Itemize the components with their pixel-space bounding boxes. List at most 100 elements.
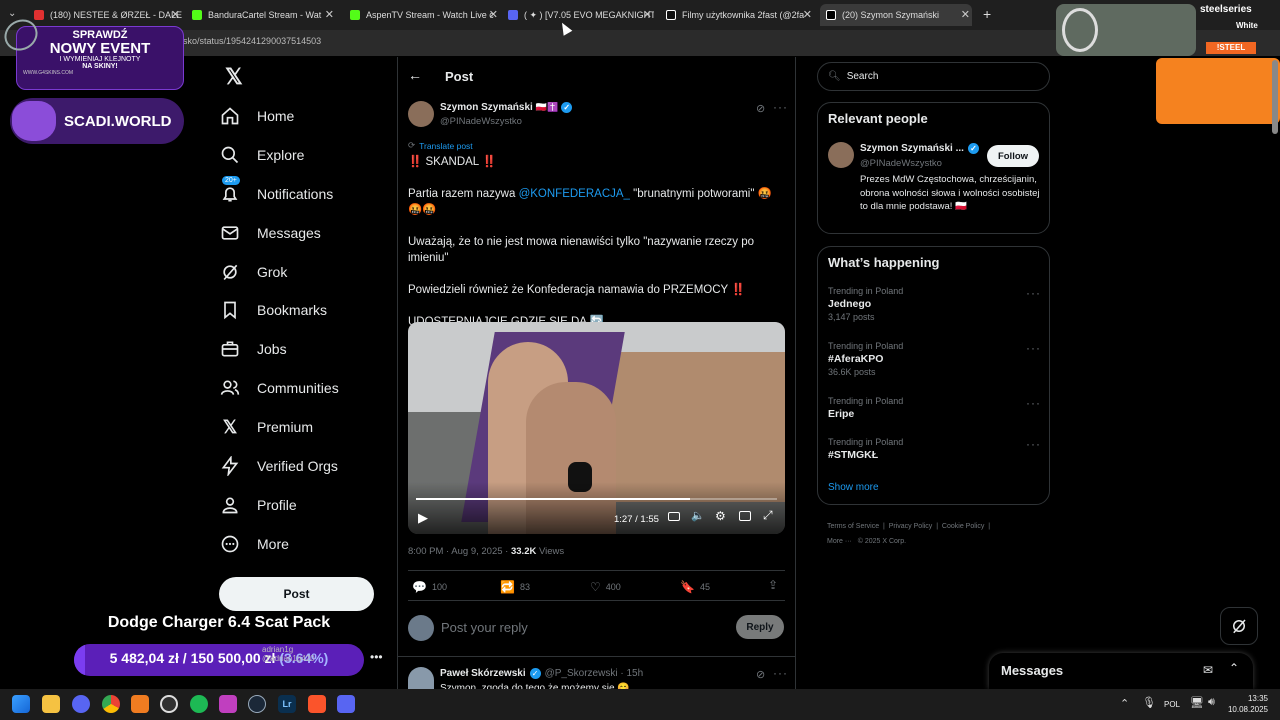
play-icon[interactable]: ▶ <box>418 510 428 526</box>
follow-button[interactable]: Follow <box>987 145 1039 167</box>
steel-badge: !STEEL <box>1206 42 1256 54</box>
nav-premium[interactable]: 𝕏 Premium <box>218 410 313 444</box>
lightroom-icon[interactable]: Lr <box>278 695 296 713</box>
tray-chevron-icon[interactable]: ⌃ <box>1120 697 1129 710</box>
nav-messages[interactable]: Messages <box>218 216 321 250</box>
trend-more-icon[interactable]: ··· <box>1026 341 1041 355</box>
messages-drawer[interactable]: Messages ✉ ⌃ <box>989 653 1253 689</box>
nav-more[interactable]: More <box>218 527 289 561</box>
video-player[interactable]: ▶ 1:27 / 1:55 🔈 ⚙ ⤢ <box>408 322 785 534</box>
post-more-icon[interactable]: ··· <box>773 100 788 114</box>
browser-tab[interactable]: AspenTV Stream - Watch Live c ✕ <box>350 4 500 26</box>
trend-more-icon[interactable]: ··· <box>1026 396 1041 410</box>
settings-gear-icon[interactable]: ⚙ <box>715 509 726 523</box>
post-timestamp[interactable]: 8:00 PM · Aug 9, 2025 · <box>408 546 511 557</box>
language-indicator[interactable]: POL <box>1164 700 1180 709</box>
account-more-icon[interactable]: ••• <box>370 650 383 664</box>
spotify-icon[interactable] <box>190 695 208 713</box>
fullscreen-icon[interactable]: ⤢ <box>763 508 773 523</box>
app-icon[interactable] <box>131 695 149 713</box>
url-text[interactable]: stsko/status/1954241290037514503 <box>176 36 321 46</box>
repost-action[interactable]: 🔁 83 <box>500 580 530 594</box>
browser-tab[interactable]: (180) NESTEE & ØRZEŁ - DALEK ✕ <box>34 4 182 26</box>
reply-action[interactable]: 💬 100 <box>412 580 447 594</box>
footer-link[interactable]: Privacy Policy <box>889 523 933 530</box>
nav-notifications[interactable]: 20+ Notifications <box>218 176 333 211</box>
back-arrow-icon[interactable]: ← <box>408 67 422 83</box>
new-message-icon[interactable]: ✉ <box>1203 663 1213 677</box>
file-explorer-icon[interactable] <box>42 695 60 713</box>
nav-profile[interactable]: Profile <box>218 488 297 522</box>
nav-communities[interactable]: Communities <box>218 371 339 405</box>
pip-icon[interactable] <box>739 511 751 521</box>
author-handle[interactable]: @PINadeWszystko <box>440 116 522 127</box>
grok-icon[interactable]: ⊘ <box>756 668 765 681</box>
nav-verified-orgs[interactable]: Verified Orgs <box>218 449 338 483</box>
translate-link[interactable]: ⟳ Translate post <box>408 140 473 151</box>
trend-item[interactable]: Trending in Poland #STMGKŁ <box>828 437 1040 461</box>
discord-icon[interactable] <box>72 695 90 713</box>
nav-home[interactable]: Home <box>218 99 294 133</box>
close-tab-icon[interactable]: ✕ <box>803 8 812 21</box>
steam-icon[interactable] <box>248 695 266 713</box>
x-logo-icon[interactable]: 𝕏 <box>225 64 243 90</box>
avatar[interactable] <box>408 101 434 127</box>
video-progress-track[interactable] <box>416 498 777 500</box>
browser-tab-active[interactable]: (20) Szymon Szymański ✕ <box>820 4 972 26</box>
microphone-icon[interactable]: 🎙︎ <box>1142 696 1156 709</box>
nav-jobs[interactable]: Jobs <box>218 332 287 366</box>
chrome-icon[interactable] <box>102 695 120 713</box>
footer-link[interactable]: More ··· <box>827 538 852 545</box>
browser-tab[interactable]: ( ✦ ) [V7.05 EVO MEGAKNIGHT ✕ <box>508 4 654 26</box>
nav-label: Bookmarks <box>257 302 328 318</box>
close-tab-icon[interactable]: ✕ <box>643 8 652 21</box>
nav-grok[interactable]: Grok <box>218 255 287 289</box>
close-tab-icon[interactable]: ✕ <box>961 8 970 21</box>
grok-icon[interactable]: ⊘ <box>756 102 765 115</box>
close-tab-icon[interactable]: ✕ <box>325 8 334 21</box>
reply-more-icon[interactable]: ··· <box>773 666 788 680</box>
captions-icon[interactable] <box>668 512 680 521</box>
nav-explore[interactable]: Explore <box>218 138 304 172</box>
obs-icon[interactable] <box>160 695 178 713</box>
trend-item[interactable]: Trending in Poland Jednego 3,147 posts <box>828 286 1040 322</box>
clock[interactable]: 13:35 10.08.2025 <box>1224 693 1268 715</box>
trend-more-icon[interactable]: ··· <box>1026 286 1041 300</box>
browser-tab[interactable]: BanduraCartel Stream - Wat ✕ <box>192 4 336 26</box>
browser-tab[interactable]: Filmy użytkownika 2fast (@2fa ✕ <box>666 4 814 26</box>
reply-author-row[interactable]: Paweł Skórzewski ✓ @P_Skorzewski · 15h <box>440 668 643 679</box>
show-more-link[interactable]: Show more <box>828 482 879 493</box>
grok-floating-button[interactable] <box>1220 607 1258 645</box>
brave-icon[interactable] <box>308 695 326 713</box>
nav-bookmarks[interactable]: Bookmarks <box>218 293 327 327</box>
share-icon[interactable]: ⇪ <box>768 578 778 592</box>
close-tab-icon[interactable]: ✕ <box>171 8 180 21</box>
author-name-row[interactable]: Szymon Szymański 🇵🇱✝️ ✓ <box>440 102 573 113</box>
new-tab-icon[interactable]: + <box>983 6 991 22</box>
like-action[interactable]: ♡ 400 <box>590 580 621 594</box>
scrollbar[interactable] <box>1272 60 1278 134</box>
volume-icon[interactable]: 🔈 <box>691 509 705 522</box>
app-icon[interactable] <box>337 695 355 713</box>
footer-link[interactable]: Cookie Policy <box>942 523 984 530</box>
avatar[interactable] <box>828 142 854 168</box>
app-icon[interactable] <box>219 695 237 713</box>
trend-item[interactable]: Trending in Poland Eripe <box>828 396 1040 420</box>
bookmark-action[interactable]: 🔖 45 <box>680 580 710 594</box>
person-name-row[interactable]: Szymon Szymański ... ✓ <box>860 143 979 154</box>
mention-link[interactable]: @KONFEDERACJA_ <box>519 188 630 200</box>
avatar[interactable] <box>408 667 434 689</box>
windows-start-icon[interactable] <box>12 695 30 713</box>
network-icon[interactable]: 🖥︎ <box>1190 696 1204 709</box>
trend-more-icon[interactable]: ··· <box>1026 437 1041 451</box>
post-button[interactable]: Post <box>219 577 374 611</box>
expand-drawer-icon[interactable]: ⌃ <box>1229 661 1239 675</box>
trend-item[interactable]: Trending in Poland #AferaKPO 36.6K posts <box>828 341 1040 377</box>
reply-button[interactable]: Reply <box>736 615 784 639</box>
close-tab-icon[interactable]: ✕ <box>489 8 498 21</box>
volume-icon[interactable]: 🔊︎ <box>1208 696 1215 709</box>
search-input[interactable]: 🔍︎ Search <box>817 62 1050 91</box>
footer-link[interactable]: Terms of Service <box>827 523 879 530</box>
reply-input[interactable]: Post your reply <box>441 620 721 635</box>
tab-list-chevron-icon[interactable]: ⌄ <box>8 8 16 19</box>
